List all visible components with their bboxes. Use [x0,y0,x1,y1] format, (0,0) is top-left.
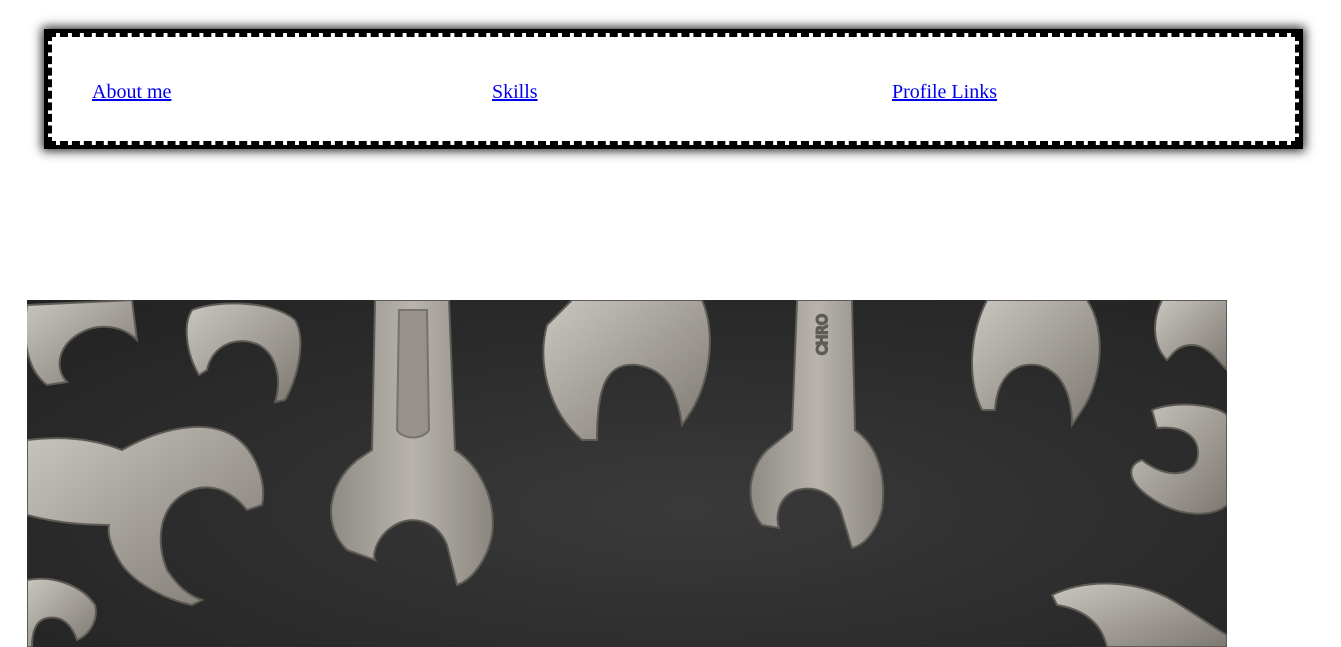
wrench-far-right-bottom [1050,582,1227,647]
hero-wrenches-image: CHRO [27,300,1227,647]
wrench-right-head [970,300,1101,429]
wrench-vertical-right: CHRO [749,300,885,550]
page: About me Skills Profile Links CHRO [0,0,1341,647]
wrench-open-end-top [542,300,711,441]
wrench-bottom-left [27,425,265,607]
nav-link-skills[interactable]: Skills [492,80,538,104]
wrench-top-left [27,300,139,387]
wrench-far-right-top [1154,300,1227,372]
wrench-engraving: CHRO [815,314,831,355]
wrench-small-head [185,302,302,404]
wrenches-illustration: CHRO [27,300,1227,647]
wrench-bottom-left-corner [27,577,97,647]
wrench-large-vertical [330,300,494,587]
wrench-far-right-mid [1130,403,1227,515]
nav-link-about-me[interactable]: About me [92,80,171,104]
top-navigation: About me Skills Profile Links [44,29,1303,149]
nav-links: About me Skills Profile Links [92,80,1295,104]
nav-link-profile-links[interactable]: Profile Links [892,80,997,104]
